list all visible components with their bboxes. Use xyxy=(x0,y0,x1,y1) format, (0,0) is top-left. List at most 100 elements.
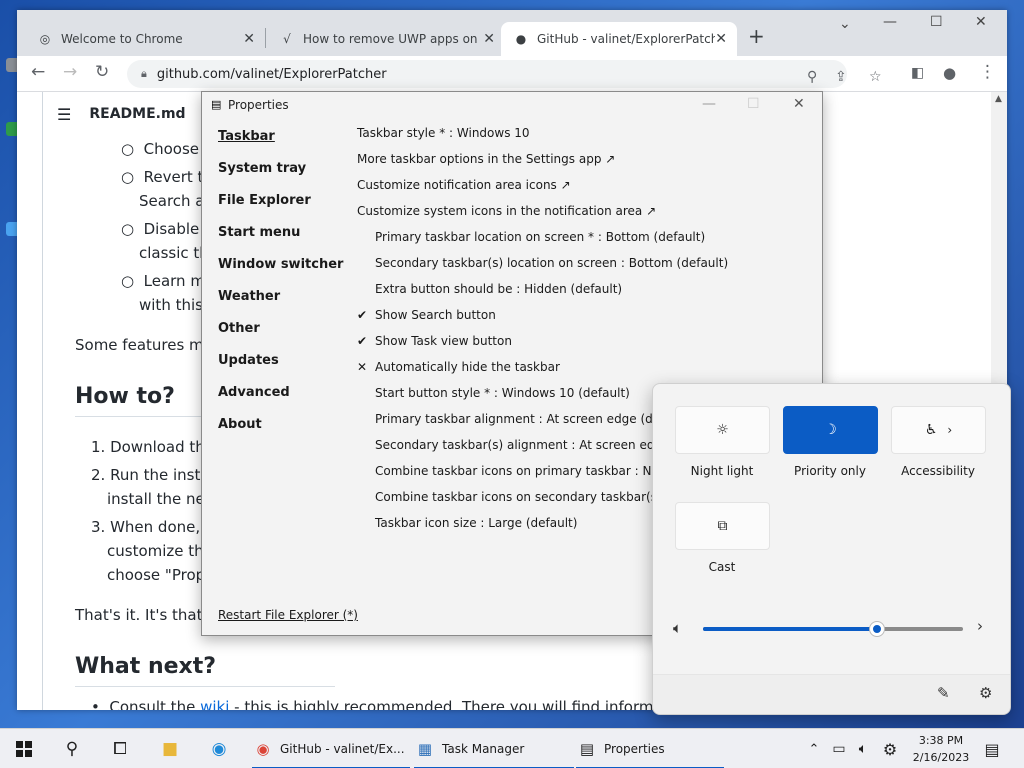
edge-icon[interactable]: ◉ xyxy=(201,729,237,768)
taskbar-app-chrome[interactable]: ◉ GitHub - valinet/Ex... xyxy=(252,729,410,768)
link-system-icons[interactable]: Customize system icons in the notificati… xyxy=(357,204,656,218)
volume-fill xyxy=(703,627,878,631)
speaker-icon[interactable]: 🔈︎ xyxy=(673,619,682,637)
nav-advanced[interactable]: Advanced xyxy=(218,385,290,400)
link-settings-app[interactable]: More taskbar options in the Settings app… xyxy=(357,152,615,166)
profile-avatar-icon[interactable]: ● xyxy=(943,64,956,82)
link-notification-icons[interactable]: Customize notification area icons ↗ xyxy=(357,178,571,192)
tab-uwp[interactable]: √ How to remove UWP apps on W ✕ xyxy=(267,22,505,56)
readme-text: ○ Choose a xyxy=(121,140,213,158)
maximize-icon[interactable]: ☐ xyxy=(747,96,760,112)
tab-separator xyxy=(265,28,266,48)
accessibility-icon: ♿︎ xyxy=(924,422,938,438)
volume-thumb[interactable] xyxy=(870,622,885,636)
option-combine-primary[interactable]: Combine taskbar icons on primary taskbar… xyxy=(375,464,696,478)
readme-text: Search al xyxy=(139,192,209,210)
priority-only-tile[interactable]: ☽ xyxy=(783,406,878,454)
scroll-up-icon[interactable]: ▲ xyxy=(995,94,1002,104)
readme-text: classic th xyxy=(139,244,209,262)
tab-welcome[interactable]: ◎ Welcome to Chrome ✕ xyxy=(25,22,265,56)
github-icon: ● xyxy=(515,32,527,46)
clock[interactable]: 3:38 PM 2/16/2023 xyxy=(910,732,972,766)
bookmark-star-icon[interactable]: ☆ xyxy=(869,69,882,85)
zoom-icon[interactable]: ⚲ xyxy=(807,69,817,85)
option-start-button-style[interactable]: Start button style * : Windows 10 (defau… xyxy=(375,386,630,400)
reload-icon[interactable]: ↻ xyxy=(95,62,109,82)
nav-other[interactable]: Other xyxy=(218,321,260,336)
maximize-icon[interactable]: ☐ xyxy=(930,14,943,30)
chevron-up-icon[interactable]: ⌃ xyxy=(804,729,824,768)
close-icon[interactable]: ✕ xyxy=(975,14,987,30)
chevron-right-icon[interactable]: › xyxy=(977,617,983,635)
side-panel-icon[interactable]: ◧ xyxy=(911,65,924,81)
checkmark-icon: ✔ xyxy=(357,334,368,348)
volume-icon[interactable]: 🔈︎ xyxy=(852,729,874,768)
option-primary-location[interactable]: Primary taskbar location on screen * : B… xyxy=(375,230,705,244)
option-secondary-location[interactable]: Secondary taskbar(s) location on screen … xyxy=(375,256,728,270)
settings-gear-icon[interactable]: ⚙ xyxy=(878,729,902,768)
cast-tile[interactable]: ⧉ xyxy=(675,502,770,550)
option-extra-button[interactable]: Extra button should be : Hidden (default… xyxy=(375,282,622,296)
option-icon-size[interactable]: Taskbar icon size : Large (default) xyxy=(375,516,577,530)
tile-label: Priority only xyxy=(794,464,866,478)
nav-weather[interactable]: Weather xyxy=(218,289,280,304)
search-icon[interactable]: ⚲ xyxy=(54,729,90,768)
nav-start-menu[interactable]: Start menu xyxy=(218,225,300,240)
menu-kebab-icon[interactable]: ⋮ xyxy=(979,62,996,82)
tab-github[interactable]: ● GitHub - valinet/ExplorerPatcher ✕ xyxy=(501,22,737,56)
start-windows-icon[interactable] xyxy=(6,729,42,768)
settings-gear-icon[interactable]: ⚙ xyxy=(979,684,992,702)
forward-icon[interactable]: → xyxy=(63,62,77,82)
readme-text: 1. Download the xyxy=(91,438,215,456)
restart-explorer-link[interactable]: Restart File Explorer (*) xyxy=(218,608,358,622)
new-tab-icon[interactable]: + xyxy=(748,24,765,48)
heading-rule xyxy=(75,686,335,687)
close-icon[interactable]: ✕ xyxy=(793,96,805,112)
nav-updates[interactable]: Updates xyxy=(218,353,279,368)
address-bar[interactable]: 🔒︎ github.com/valinet/ExplorerPatcher ⚲ … xyxy=(127,60,882,88)
option-autohide[interactable]: Automatically hide the taskbar xyxy=(375,360,560,374)
tab-label: Welcome to Chrome xyxy=(61,32,183,46)
tab-label: How to remove UWP apps on W xyxy=(303,32,481,46)
notifications-icon[interactable]: ▤ xyxy=(980,729,1004,768)
readme-text: 3. When done, y xyxy=(91,518,214,536)
night-light-tile[interactable]: ☼ xyxy=(675,406,770,454)
file-explorer-icon[interactable]: ■ xyxy=(152,729,188,768)
tab-search-icon[interactable]: ⌄ xyxy=(839,16,851,32)
taskbar-app-label: Properties xyxy=(604,742,665,756)
option-show-search[interactable]: Show Search button xyxy=(375,308,496,322)
nav-window-switcher[interactable]: Window switcher xyxy=(218,257,343,272)
back-icon[interactable]: ← xyxy=(31,62,45,82)
accessibility-tile[interactable]: ♿︎ › xyxy=(891,406,986,454)
nav-file-explorer[interactable]: File Explorer xyxy=(218,193,311,208)
nav-taskbar[interactable]: Taskbar xyxy=(218,129,275,144)
lock-icon[interactable]: 🔒︎ xyxy=(141,67,147,81)
window-title: Properties xyxy=(228,98,289,112)
taskbar-app-task-manager[interactable]: ▦ Task Manager xyxy=(414,729,574,768)
edit-pencil-icon[interactable]: ✎ xyxy=(937,684,950,702)
readme-text: choose "Prop xyxy=(107,566,206,584)
task-view-icon[interactable]: ⧠ xyxy=(102,729,138,768)
minimize-icon[interactable]: — xyxy=(702,96,716,112)
taskbar-app-properties[interactable]: ▤ Properties xyxy=(576,729,724,768)
chevron-right-icon[interactable]: › xyxy=(947,423,952,437)
readme-text: install the nec xyxy=(107,490,214,508)
option-show-task-view[interactable]: Show Task view button xyxy=(375,334,512,348)
close-tab-icon[interactable]: ✕ xyxy=(243,31,255,47)
close-tab-icon[interactable]: ✕ xyxy=(715,31,727,47)
option-taskbar-style[interactable]: Taskbar style * : Windows 10 xyxy=(357,126,530,140)
quick-settings-panel: ☼ Night light ☽ Priority only ♿︎ › Acces… xyxy=(652,383,1011,715)
option-secondary-alignment[interactable]: Secondary taskbar(s) alignment : At scre… xyxy=(375,438,697,452)
volume-slider[interactable] xyxy=(703,622,963,636)
share-icon[interactable]: ⇪ xyxy=(835,69,847,85)
wiki-link[interactable]: wiki xyxy=(200,698,229,710)
network-icon[interactable]: ▭ xyxy=(828,729,850,768)
minimize-icon[interactable]: — xyxy=(883,14,897,30)
option-combine-secondary[interactable]: Combine taskbar icons on secondary taskb… xyxy=(375,490,697,504)
outline-menu-icon[interactable]: ☰ xyxy=(57,105,71,124)
option-primary-alignment[interactable]: Primary taskbar alignment : At screen ed… xyxy=(375,412,692,426)
close-tab-icon[interactable]: ✕ xyxy=(483,31,495,47)
properties-icon: ▤ xyxy=(579,740,595,758)
nav-about[interactable]: About xyxy=(218,417,262,432)
nav-system-tray[interactable]: System tray xyxy=(218,161,306,176)
